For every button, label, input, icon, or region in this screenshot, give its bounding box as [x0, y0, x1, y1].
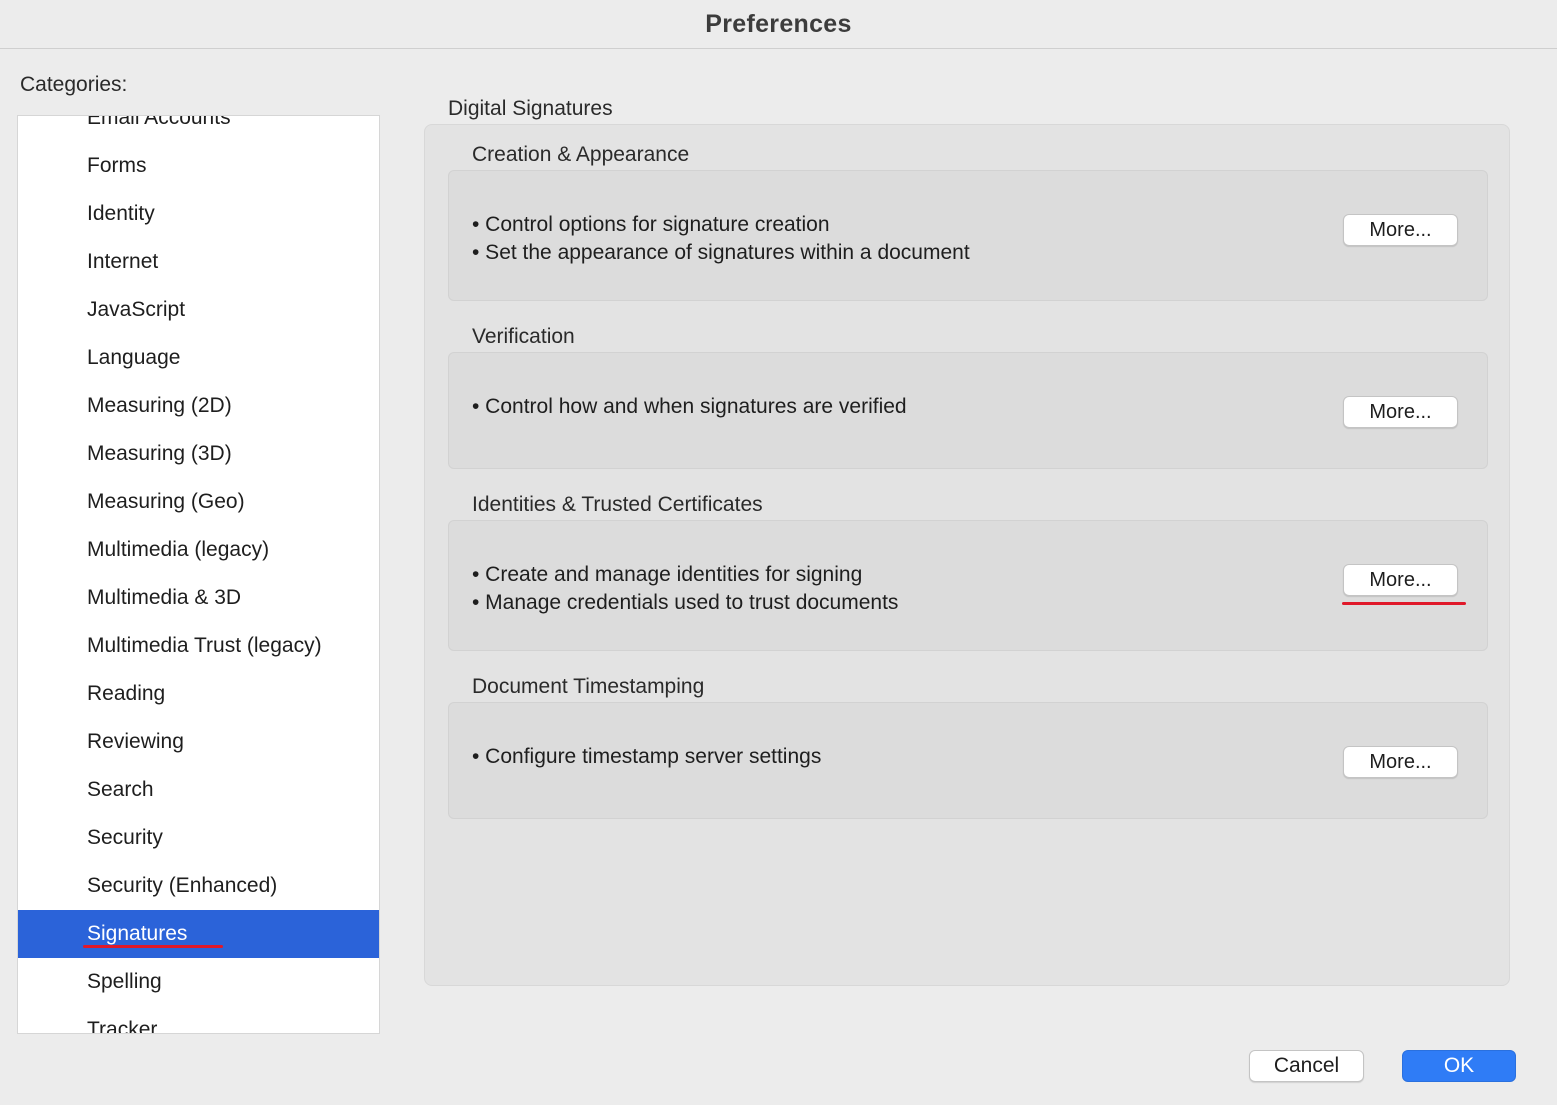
category-tracker[interactable]: Tracker: [18, 1006, 379, 1033]
bullet-text: • Create and manage identities for signi…: [472, 563, 863, 586]
category-identity[interactable]: Identity: [18, 190, 379, 238]
bullet-text: • Set the appearance of signatures withi…: [472, 241, 970, 264]
category-language[interactable]: Language: [18, 334, 379, 382]
group-title-creation-appearance: Creation & Appearance: [472, 143, 690, 166]
bullet-text: • Control how and when signatures are ve…: [472, 395, 907, 418]
cancel-button[interactable]: Cancel: [1249, 1050, 1364, 1082]
category-internet[interactable]: Internet: [18, 238, 379, 286]
group-title-document-timestamping: Document Timestamping: [472, 675, 705, 698]
category-multimedia-trust-legacy[interactable]: Multimedia Trust (legacy): [18, 622, 379, 670]
panel-title: Digital Signatures: [448, 97, 613, 120]
category-javascript[interactable]: JavaScript: [18, 286, 379, 334]
category-spelling[interactable]: Spelling: [18, 958, 379, 1006]
annotation-underline: [83, 945, 223, 948]
categories-label: Categories:: [20, 73, 128, 96]
bullet-text: • Manage credentials used to trust docum…: [472, 591, 899, 614]
title-bar: Preferences: [0, 0, 1557, 49]
category-email-accounts[interactable]: Email Accounts: [18, 116, 379, 142]
group-title-verification: Verification: [472, 325, 575, 348]
category-search[interactable]: Search: [18, 766, 379, 814]
categories-list[interactable]: Email Accounts Forms Identity Internet J…: [17, 115, 380, 1034]
bullet-text: • Control options for signature creation: [472, 213, 830, 236]
category-multimedia-legacy[interactable]: Multimedia (legacy): [18, 526, 379, 574]
categories-list-inner: Email Accounts Forms Identity Internet J…: [18, 116, 379, 1033]
category-multimedia-3d[interactable]: Multimedia & 3D: [18, 574, 379, 622]
category-signatures-label: Signatures: [87, 922, 188, 945]
category-signatures[interactable]: Signatures: [18, 910, 379, 958]
group-title-identities-trusted-certificates: Identities & Trusted Certificates: [472, 493, 763, 516]
creation-appearance-more-button[interactable]: More...: [1343, 214, 1458, 246]
identities-more-button[interactable]: More...: [1343, 564, 1458, 596]
category-security[interactable]: Security: [18, 814, 379, 862]
timestamping-more-button[interactable]: More...: [1343, 746, 1458, 778]
verification-more-button[interactable]: More...: [1343, 396, 1458, 428]
category-reading[interactable]: Reading: [18, 670, 379, 718]
ok-button[interactable]: OK: [1402, 1050, 1516, 1082]
window-title: Preferences: [705, 9, 852, 38]
category-measuring-geo[interactable]: Measuring (Geo): [18, 478, 379, 526]
category-security-enhanced[interactable]: Security (Enhanced): [18, 862, 379, 910]
annotation-underline: [1342, 602, 1466, 605]
preferences-window: Preferences Categories: Email Accounts F…: [0, 0, 1557, 1105]
category-measuring-3d[interactable]: Measuring (3D): [18, 430, 379, 478]
category-forms[interactable]: Forms: [18, 142, 379, 190]
category-measuring-2d[interactable]: Measuring (2D): [18, 382, 379, 430]
bullet-text: • Configure timestamp server settings: [472, 745, 822, 768]
category-reviewing[interactable]: Reviewing: [18, 718, 379, 766]
